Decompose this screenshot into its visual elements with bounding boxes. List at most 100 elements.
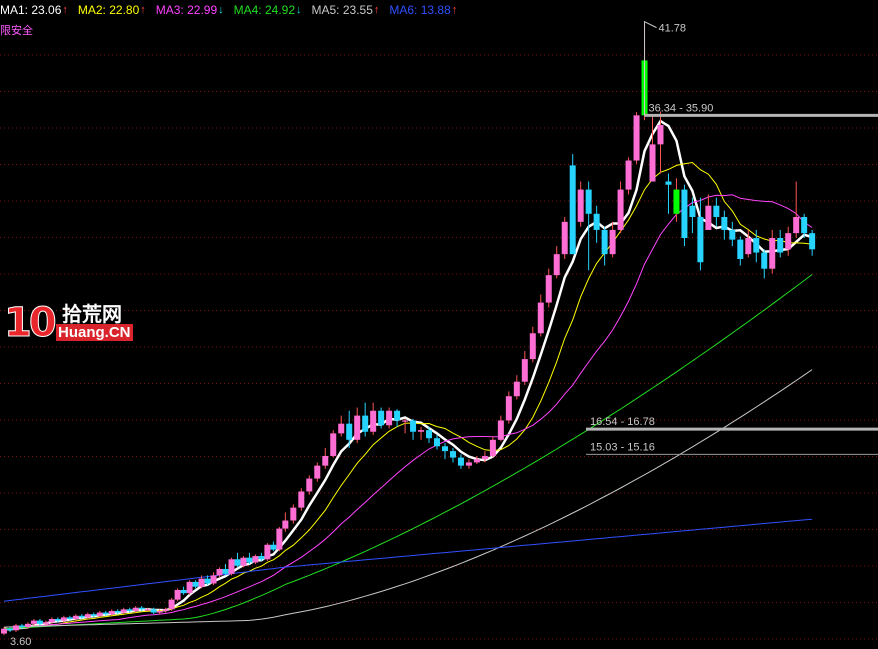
candle-body	[290, 507, 297, 521]
candle-body	[705, 205, 712, 230]
candle-body	[426, 430, 433, 439]
candle-body	[441, 446, 448, 452]
candle-body	[18, 625, 25, 628]
candle-body	[298, 491, 305, 508]
candle-body	[216, 568, 223, 576]
candle-body	[489, 439, 496, 456]
candle-body	[330, 433, 337, 456]
candle-body	[1, 628, 7, 634]
candle-body	[42, 622, 49, 624]
candle-body	[322, 455, 329, 466]
candle-body	[338, 423, 345, 434]
candle-body	[753, 238, 760, 253]
candle-body	[769, 238, 776, 269]
candle-body	[505, 396, 512, 421]
moving-average-lines	[3, 119, 813, 631]
candle-body	[12, 625, 19, 631]
candle-body	[418, 430, 425, 432]
candle-body	[593, 213, 600, 230]
candle-body	[186, 581, 193, 594]
candle-body	[625, 160, 632, 190]
candle-body	[222, 568, 229, 574]
legend-ma5: MA5: 23.55 ↑	[311, 3, 380, 17]
candle-body	[180, 589, 187, 594]
candle-body	[36, 620, 43, 624]
candle-body	[513, 381, 520, 397]
candle-body	[553, 254, 560, 276]
candle-body	[198, 578, 205, 587]
ma-legend: MA1: 23.06 ↑ MA2: 22.80 ↑ MA3: 22.99 ↓ MA4:…	[0, 2, 457, 18]
candle-body	[84, 614, 91, 618]
candle-body	[434, 438, 441, 447]
candle-body	[569, 165, 576, 255]
candle-body	[809, 233, 816, 250]
candle-body	[24, 623, 31, 628]
candle-body	[793, 217, 800, 234]
candle-body	[545, 275, 552, 303]
candle-body	[162, 609, 169, 611]
candle-body	[90, 614, 97, 616]
candle-body	[240, 557, 247, 566]
candle-body	[497, 420, 504, 440]
candle-body	[410, 420, 417, 432]
candle-body	[801, 217, 808, 234]
y-min-label: 3.60	[10, 636, 31, 648]
candle-body	[745, 238, 752, 255]
high-marker	[644, 20, 657, 29]
candle-body	[144, 609, 151, 611]
candle-body	[258, 556, 265, 560]
candle-body	[633, 115, 640, 161]
candle-body	[66, 617, 73, 620]
chart-grid: 3.60	[0, 54, 878, 648]
candle-body	[521, 359, 528, 382]
legend-ma3: MA3: 22.99 ↓	[155, 3, 224, 17]
candle-body	[529, 333, 536, 360]
band-label: 15.03 - 15.16	[590, 441, 655, 453]
candle-body	[168, 599, 175, 610]
candle-body	[126, 609, 133, 611]
candle-body	[697, 217, 704, 263]
legend-ma2: MA2: 22.80 ↑	[77, 3, 146, 17]
candle-body	[120, 609, 127, 613]
ma3-line	[3, 194, 813, 631]
logo-chinese-text: 拾荒网	[62, 304, 122, 326]
candle-body	[54, 619, 61, 621]
candle-body	[649, 144, 656, 182]
candle-body	[346, 423, 353, 440]
candle-body	[132, 607, 139, 611]
ma2-line	[3, 161, 813, 631]
high-label: 41.78	[659, 23, 687, 35]
candle-body	[481, 455, 488, 460]
candle-body	[785, 233, 792, 250]
candle-body	[561, 221, 568, 255]
candle-body	[378, 410, 385, 426]
candle-body	[713, 205, 720, 218]
candle-body	[473, 459, 480, 463]
candle-body	[276, 528, 283, 550]
candle-body	[96, 612, 103, 616]
candle-body	[585, 189, 592, 214]
candle-body	[192, 581, 199, 587]
candle-body	[114, 610, 121, 613]
candle-body	[234, 559, 241, 566]
candle-body	[314, 465, 321, 479]
legend-ma6: MA6: 13.88 ↑	[389, 3, 458, 17]
candle-body	[72, 615, 79, 620]
candle-body	[729, 229, 736, 240]
candle-body	[761, 252, 768, 269]
candle-body	[689, 205, 696, 218]
candle-body	[370, 410, 377, 432]
band-label: 16.54 - 16.78	[590, 416, 655, 428]
candle-body	[457, 457, 464, 466]
candle-body	[102, 612, 109, 615]
candle-body	[777, 238, 784, 253]
candle-body	[48, 619, 55, 623]
ma1-line	[3, 119, 813, 631]
candle-body	[78, 615, 85, 618]
candle-body	[252, 556, 259, 563]
legend-ma1: MA1: 23.06 ↑	[0, 3, 68, 17]
candle-body	[601, 229, 608, 255]
candle-body	[386, 410, 393, 426]
candle-body	[60, 617, 67, 621]
candle-body	[737, 239, 744, 260]
